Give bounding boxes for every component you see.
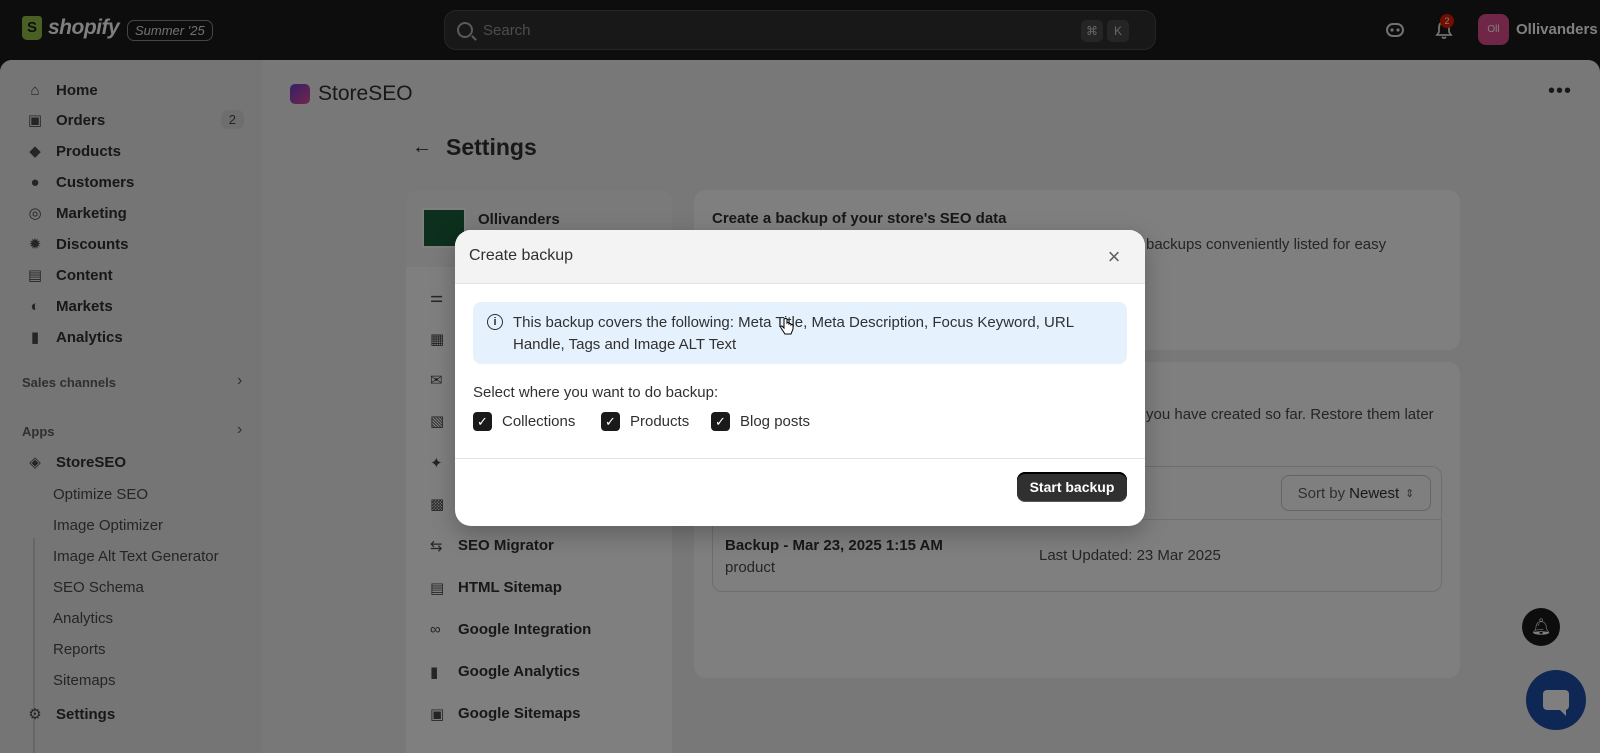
- modal-title: Create backup: [469, 247, 574, 264]
- checkbox-collections[interactable]: ✓ Collections: [473, 412, 575, 431]
- hand-cursor-icon: [780, 318, 794, 335]
- checkmark-icon[interactable]: ✓: [601, 412, 620, 431]
- checkmark-icon[interactable]: ✓: [711, 412, 730, 431]
- info-text: This backup covers the following: Meta T…: [513, 314, 1074, 353]
- start-backup-button[interactable]: Start backup: [1017, 472, 1127, 502]
- info-banner: i This backup covers the following: Meta…: [473, 302, 1127, 364]
- modal-divider: [455, 458, 1145, 459]
- backup-target-label: Select where you want to do backup:: [473, 384, 719, 401]
- checkmark-icon[interactable]: ✓: [473, 412, 492, 431]
- checkbox-products[interactable]: ✓ Products: [601, 412, 689, 431]
- modal-header: Create backup ×: [455, 230, 1145, 284]
- create-backup-modal: Create backup × i This backup covers the…: [455, 230, 1145, 526]
- checkbox-blog-posts[interactable]: ✓ Blog posts: [711, 412, 810, 431]
- close-icon[interactable]: ×: [1099, 242, 1129, 272]
- info-icon: i: [487, 314, 503, 330]
